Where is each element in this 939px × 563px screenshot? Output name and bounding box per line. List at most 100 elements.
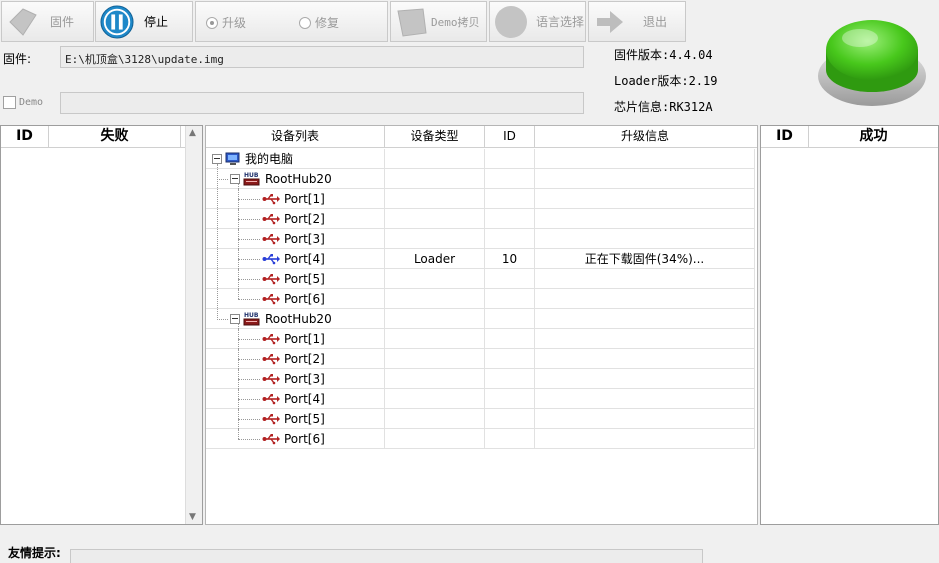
device-row[interactable]: Port[4] xyxy=(206,389,757,409)
device-row[interactable]: Port[5] xyxy=(206,409,757,429)
tree-node[interactable]: Port[2] xyxy=(262,211,325,227)
tree-connector xyxy=(238,219,260,220)
fail-list[interactable]: ID 失败 ▲ ▼ xyxy=(0,125,203,525)
device-type-cell: Loader xyxy=(385,249,485,269)
stop-button[interactable]: 停止 xyxy=(95,1,193,42)
tree-connector xyxy=(217,179,228,180)
repair-radio-label: 修复 xyxy=(315,16,340,30)
demo-copy-button[interactable]: Demo拷贝 xyxy=(390,1,487,42)
tree-connector xyxy=(238,299,260,300)
col-upgrade-info[interactable]: 升级信息 xyxy=(535,126,755,147)
upgrade-radio[interactable]: 升级 xyxy=(206,14,246,31)
exit-button[interactable]: 退出 xyxy=(588,1,686,42)
tree-node[interactable]: Port[1] xyxy=(262,331,325,347)
success-col-title[interactable]: 成功 xyxy=(809,126,938,147)
device-id-cell xyxy=(485,429,535,449)
device-row[interactable]: Port[1] xyxy=(206,329,757,349)
fail-col-id[interactable]: ID xyxy=(1,126,49,147)
device-id-cell xyxy=(485,269,535,289)
collapse-toggle-icon[interactable] xyxy=(230,314,240,324)
language-button[interactable]: 语言选择 xyxy=(489,1,586,42)
tree-node[interactable]: HUB RootHub20 xyxy=(230,171,332,187)
upgrade-info-cell xyxy=(535,409,755,429)
collapse-toggle-icon[interactable] xyxy=(230,174,240,184)
firmware-path-field[interactable]: E:\机顶盒\3128\update.img xyxy=(60,46,584,68)
device-type-cell xyxy=(385,309,485,329)
device-row[interactable]: HUB RootHub20 xyxy=(206,309,757,329)
tree-connector xyxy=(238,409,239,429)
device-row[interactable]: Port[5] xyxy=(206,269,757,289)
tree-node[interactable]: Port[6] xyxy=(262,431,325,447)
device-name: Port[3] xyxy=(284,232,325,246)
device-name-cell: HUB RootHub20 xyxy=(206,169,385,189)
status-light-icon xyxy=(818,20,926,106)
demo-checkbox[interactable]: Demo xyxy=(3,96,43,109)
device-name-cell: Port[1] xyxy=(206,329,385,349)
tree-connector xyxy=(238,239,260,240)
col-id[interactable]: ID xyxy=(485,126,535,147)
tree-node[interactable]: Port[1] xyxy=(262,191,325,207)
device-row[interactable]: Port[3] xyxy=(206,229,757,249)
device-type-cell xyxy=(385,189,485,209)
device-name: Port[2] xyxy=(284,352,325,366)
device-row[interactable]: 我的电脑 xyxy=(206,149,757,169)
upgrade-radio-dot xyxy=(206,16,218,29)
device-name-cell: Port[1] xyxy=(206,189,385,209)
tree-node[interactable]: Port[4] xyxy=(262,391,325,407)
device-row[interactable]: Port[6] xyxy=(206,289,757,309)
big-green-button[interactable] xyxy=(812,8,930,112)
usb-port-icon xyxy=(262,273,280,285)
tree-connector xyxy=(238,259,260,260)
demo-checkbox-box xyxy=(3,96,16,109)
success-col-id[interactable]: ID xyxy=(761,126,809,147)
device-id-cell xyxy=(485,169,535,189)
device-row[interactable]: Port[4] Loader 10 正在下载固件(34%)... xyxy=(206,249,757,269)
tree-node[interactable]: Port[2] xyxy=(262,351,325,367)
upgrade-info-cell xyxy=(535,389,755,409)
repair-radio[interactable]: 修复 xyxy=(299,14,339,31)
upgrade-info-cell xyxy=(535,149,755,169)
col-device-list[interactable]: 设备列表 xyxy=(206,126,385,147)
tree-node[interactable]: Port[4] xyxy=(262,251,325,267)
scroll-down-icon[interactable]: ▼ xyxy=(189,512,196,522)
tree-node[interactable]: Port[5] xyxy=(262,411,325,427)
device-name: Port[6] xyxy=(284,292,325,306)
demo-copy-label: Demo拷贝 xyxy=(431,15,480,29)
device-id-cell xyxy=(485,289,535,309)
tree-node[interactable]: 我的电脑 xyxy=(212,151,293,167)
device-id-cell xyxy=(485,149,535,169)
device-id-cell xyxy=(485,189,535,209)
tree-node[interactable]: Port[3] xyxy=(262,231,325,247)
device-id-cell xyxy=(485,229,535,249)
loader-version: Loader版本:2.19 xyxy=(614,74,718,88)
device-type-cell xyxy=(385,289,485,309)
fail-list-scrollbar[interactable]: ▲ ▼ xyxy=(185,126,202,524)
tree-connector xyxy=(238,229,239,249)
tree-node[interactable]: Port[5] xyxy=(262,271,325,287)
device-row[interactable]: Port[6] xyxy=(206,429,757,449)
tree-node[interactable]: Port[3] xyxy=(262,371,325,387)
success-list[interactable]: ID 成功 xyxy=(760,125,939,525)
firmware-button[interactable]: 固件 xyxy=(1,1,94,42)
tree-connector xyxy=(238,369,239,389)
tree-node[interactable]: Port[6] xyxy=(262,291,325,307)
usb-port-icon xyxy=(262,333,280,345)
scroll-up-icon[interactable]: ▲ xyxy=(189,128,196,138)
device-name-cell: Port[2] xyxy=(206,209,385,229)
fail-col-title[interactable]: 失败 xyxy=(49,126,181,147)
computer-icon xyxy=(225,152,241,166)
collapse-toggle-icon[interactable] xyxy=(212,154,222,164)
device-row[interactable]: Port[1] xyxy=(206,189,757,209)
col-device-type[interactable]: 设备类型 xyxy=(385,126,485,147)
device-name-cell: Port[6] xyxy=(206,429,385,449)
demo-path-field[interactable] xyxy=(60,92,584,114)
device-id-cell xyxy=(485,329,535,349)
firmware-icon xyxy=(6,5,40,39)
device-row[interactable]: Port[2] xyxy=(206,209,757,229)
device-row[interactable]: Port[2] xyxy=(206,349,757,369)
device-table[interactable]: 设备列表 设备类型 ID 升级信息 我的电脑 HUB RootHub20 Port[1… xyxy=(205,125,758,525)
device-row[interactable]: Port[3] xyxy=(206,369,757,389)
device-row[interactable]: HUB RootHub20 xyxy=(206,169,757,189)
tree-node[interactable]: HUB RootHub20 xyxy=(230,311,332,327)
upgrade-radio-label: 升级 xyxy=(222,16,247,30)
